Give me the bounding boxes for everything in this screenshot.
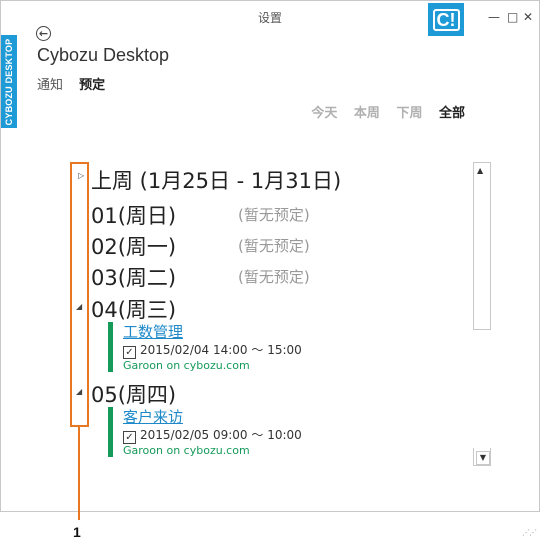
- callout-label: 1: [73, 524, 81, 540]
- filter-next-week[interactable]: 下周: [396, 106, 422, 121]
- callout-line: [78, 427, 80, 520]
- event-title-link[interactable]: 客户来访: [123, 407, 423, 427]
- side-tab[interactable]: CYBOZU DESKTOP: [1, 35, 17, 128]
- schedule-list: ▷ 上周 (1月25日 - 1月31日) 01(周日) (暂无预定) 02(周一…: [60, 160, 468, 465]
- callout-box: [70, 162, 89, 427]
- minimize-button[interactable]: —: [488, 10, 500, 24]
- no-schedule-note: (暂无预定): [238, 237, 310, 255]
- day-heading: 01(周日): [91, 204, 177, 228]
- day-heading: 04(周三): [91, 298, 177, 322]
- event-source: Garoon on cybozu.com: [123, 359, 250, 372]
- scroll-down-icon[interactable]: ▼: [476, 451, 490, 465]
- no-schedule-note: (暂无预定): [238, 268, 310, 286]
- event-card: 客户来访 ✓ 2015/02/05 09:00 ～ 10:00 Garoon on…: [108, 407, 423, 457]
- event-time: ✓ 2015/02/05 09:00 ～ 10:00: [123, 427, 423, 444]
- checkbox-icon[interactable]: ✓: [123, 346, 136, 359]
- checkbox-icon[interactable]: ✓: [123, 431, 136, 444]
- event-title-link[interactable]: 工数管理: [123, 322, 423, 342]
- tab-schedule[interactable]: 预定: [79, 78, 105, 93]
- day-heading: 03(周二): [91, 266, 177, 290]
- tab-notifications[interactable]: 通知: [37, 78, 63, 93]
- schedule-filter: 今天 本周 下周 全部: [299, 102, 465, 121]
- event-card: 工数管理 ✓ 2015/02/04 14:00 ～ 15:00 Garoon on…: [108, 322, 423, 372]
- event-time: ✓ 2015/02/04 14:00 ～ 15:00: [123, 342, 423, 359]
- cybozu-logo-icon: C!: [428, 3, 464, 36]
- day-heading: 05(周四): [91, 383, 177, 407]
- no-schedule-note: (暂无预定): [238, 206, 310, 224]
- filter-today[interactable]: 今天: [311, 106, 337, 121]
- close-button[interactable]: ✕: [523, 10, 533, 24]
- scroll-up-icon[interactable]: ▲: [477, 167, 487, 175]
- resize-grip-icon[interactable]: ⋰⋰: [522, 528, 537, 537]
- maximize-button[interactable]: □: [507, 10, 518, 24]
- day-heading: 02(周一): [91, 235, 177, 259]
- app-title: Cybozu Desktop: [37, 45, 170, 65]
- nav-tabs: 通知 预定: [37, 74, 117, 93]
- back-arrow-icon[interactable]: ←: [36, 26, 51, 41]
- scrollbar-track[interactable]: [473, 162, 491, 330]
- event-source: Garoon on cybozu.com: [123, 444, 250, 457]
- filter-all[interactable]: 全部: [439, 106, 465, 121]
- week-heading: 上周 (1月25日 - 1月31日): [91, 169, 342, 193]
- filter-this-week[interactable]: 本周: [354, 106, 380, 121]
